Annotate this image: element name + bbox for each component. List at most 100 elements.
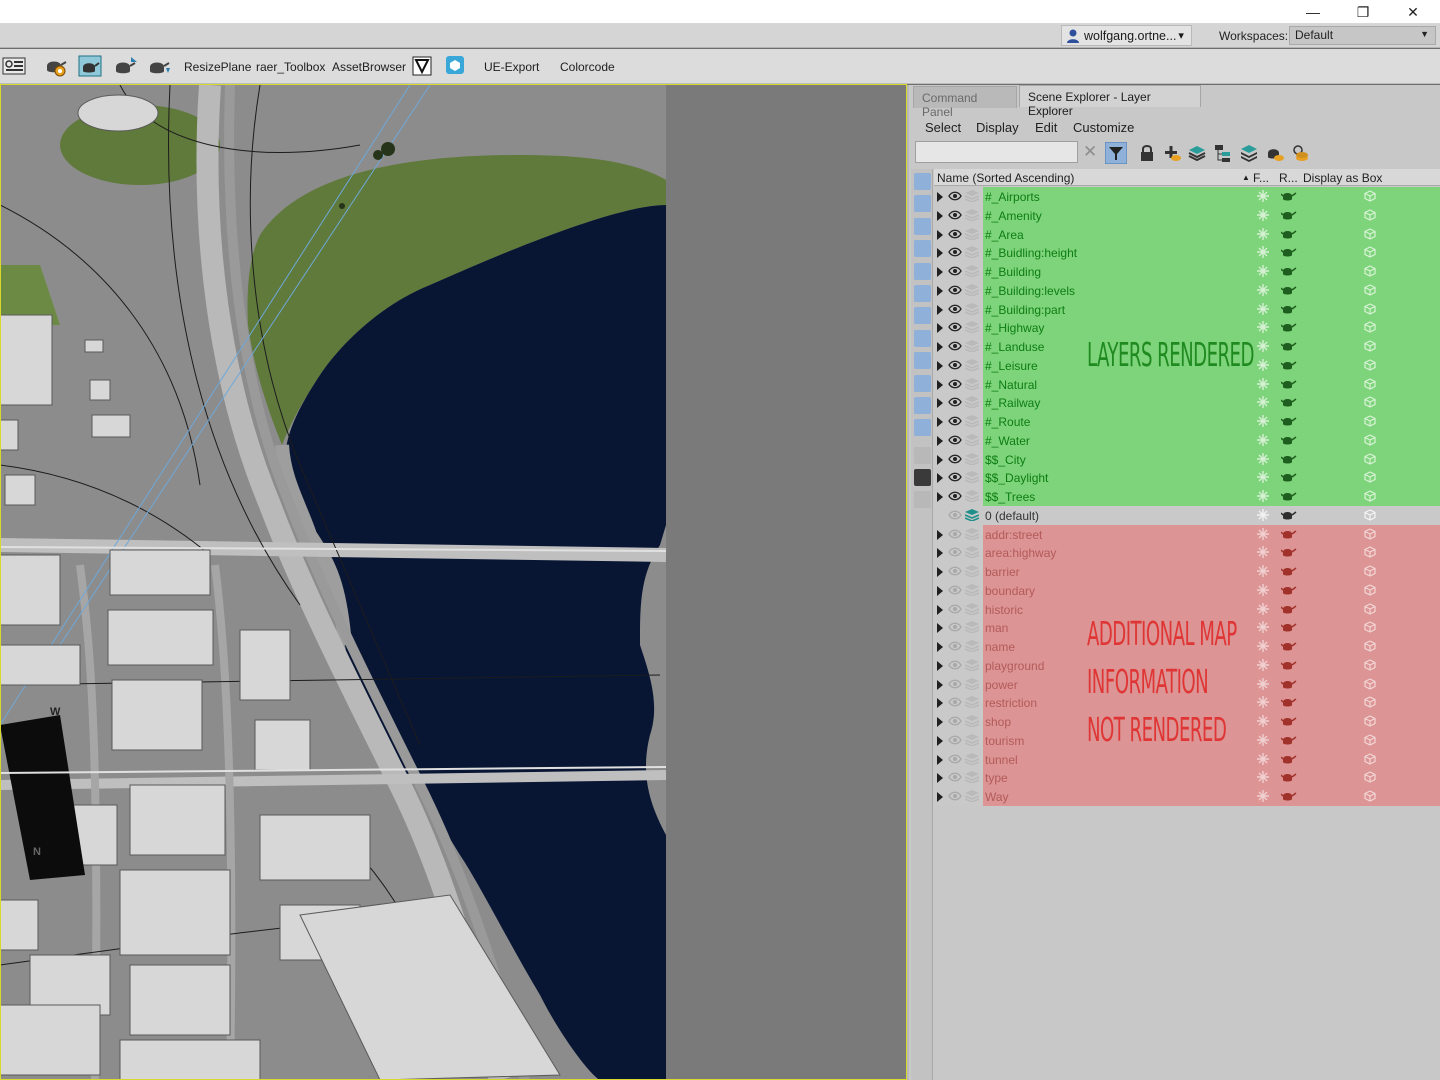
teapot-arrow-icon[interactable] — [114, 55, 138, 77]
v-logo-icon[interactable] — [411, 55, 435, 77]
freeze-snowflake-icon[interactable] — [1257, 696, 1269, 709]
layers-stack-icon[interactable] — [1187, 143, 1207, 163]
render-teapot-icon[interactable] — [1281, 715, 1297, 727]
visibility-eye-icon[interactable] — [948, 585, 962, 595]
layer-row[interactable]: #_Building — [934, 262, 1440, 281]
expand-arrow-icon[interactable] — [937, 248, 943, 259]
layer-row[interactable]: #_Buidling:height — [934, 243, 1440, 262]
layer-row[interactable]: addr:street — [934, 524, 1440, 544]
render-teapot-icon[interactable] — [1281, 659, 1297, 671]
expand-arrow-icon[interactable] — [937, 492, 943, 502]
display-as-box-icon[interactable] — [1364, 434, 1376, 446]
expand-arrow-icon[interactable] — [937, 754, 943, 765]
freeze-snowflake-icon[interactable] — [1257, 208, 1269, 221]
toolbar-colorcode[interactable]: Colorcode — [560, 60, 615, 74]
render-teapot-icon[interactable] — [1281, 753, 1297, 765]
expand-arrow-icon[interactable] — [937, 717, 943, 727]
layer-icon[interactable] — [965, 246, 979, 259]
visibility-eye-icon[interactable] — [948, 491, 962, 501]
display-as-box-icon[interactable] — [1364, 302, 1376, 315]
layer-icon[interactable] — [965, 190, 979, 202]
expand-arrow-icon[interactable] — [937, 417, 943, 427]
layer-row[interactable]: #_Area — [934, 224, 1440, 244]
toolbar-ue-export[interactable]: UE-Export — [484, 60, 539, 74]
freeze-snowflake-icon[interactable] — [1257, 358, 1269, 371]
display-as-box-icon[interactable] — [1364, 490, 1376, 502]
visibility-eye-icon[interactable] — [948, 735, 962, 745]
render-teapot-icon[interactable] — [1281, 415, 1297, 427]
visibility-eye-icon[interactable] — [948, 529, 962, 539]
layer-icon[interactable] — [965, 415, 979, 427]
menu-display[interactable]: Display — [976, 120, 1019, 135]
expand-arrow-icon[interactable] — [937, 473, 943, 484]
toolbar-assetbrowser[interactable]: AssetBrowser — [332, 60, 406, 74]
expand-arrow-icon[interactable] — [937, 604, 943, 615]
bones-filter-icon[interactable] — [914, 352, 931, 369]
layer-icon[interactable] — [965, 358, 979, 371]
freeze-snowflake-icon[interactable] — [1257, 602, 1269, 615]
freeze-snowflake-icon[interactable] — [1257, 396, 1269, 409]
freeze-snowflake-icon[interactable] — [1257, 377, 1269, 390]
display-as-box-icon[interactable] — [1364, 546, 1376, 558]
display-as-box-icon[interactable] — [1364, 715, 1376, 727]
layer-icon[interactable] — [965, 752, 979, 765]
filter-funnel-light-icon[interactable] — [914, 519, 931, 536]
render-teapot-icon[interactable] — [1281, 359, 1297, 371]
layer-icon[interactable] — [965, 583, 979, 596]
freeze-snowflake-icon[interactable] — [1257, 790, 1269, 802]
xrefs-filter-icon[interactable] — [914, 330, 931, 347]
display-as-box-icon[interactable] — [1364, 659, 1376, 671]
render-teapot-icon[interactable] — [1281, 546, 1297, 558]
tab-scene-explorer[interactable]: Scene Explorer - Layer Explorer — [1019, 85, 1201, 118]
display-as-box-icon[interactable] — [1364, 396, 1376, 408]
expand-arrow-icon[interactable] — [937, 623, 943, 634]
freeze-snowflake-icon[interactable] — [1257, 565, 1269, 577]
cameras-filter-icon[interactable] — [914, 240, 931, 257]
render-teapot-icon[interactable] — [1281, 509, 1297, 521]
expand-arrow-icon[interactable] — [937, 698, 943, 709]
layer-icon[interactable] — [965, 433, 979, 446]
layer-icon[interactable] — [965, 771, 979, 784]
display-as-box-icon[interactable] — [1364, 621, 1376, 633]
display-as-box-icon[interactable] — [1364, 321, 1376, 333]
shapes-filter-icon[interactable] — [914, 195, 931, 212]
visibility-eye-icon[interactable] — [948, 697, 962, 707]
render-teapot-icon[interactable] — [1281, 490, 1297, 502]
layer-icon[interactable] — [965, 340, 979, 352]
expand-arrow-icon[interactable] — [937, 360, 943, 371]
layer-icon[interactable] — [965, 227, 979, 240]
display-as-box-icon[interactable] — [1364, 509, 1376, 521]
layer-row[interactable]: #_Railway — [934, 393, 1440, 412]
layer-row[interactable]: #_Building:part — [934, 299, 1440, 319]
layer-icon[interactable] — [965, 527, 979, 540]
display-as-box-icon[interactable] — [1364, 771, 1376, 783]
render-teapot-icon[interactable] — [1281, 640, 1297, 652]
render-teapot-icon[interactable] — [1281, 584, 1297, 596]
frozen-filter-icon[interactable] — [914, 397, 931, 414]
freeze-snowflake-icon[interactable] — [1257, 471, 1269, 484]
menu-select[interactable]: Select — [925, 120, 961, 135]
visibility-eye-icon[interactable] — [948, 360, 962, 370]
layer-icon[interactable] — [965, 508, 979, 521]
expand-arrow-icon[interactable] — [937, 285, 943, 296]
layer-icon[interactable] — [965, 396, 979, 409]
display-as-box-icon[interactable] — [1364, 209, 1376, 221]
workspace-select[interactable]: Default ▼ — [1289, 26, 1436, 45]
display-as-box-icon[interactable] — [1364, 752, 1376, 765]
freeze-snowflake-icon[interactable] — [1257, 508, 1269, 521]
expand-arrow-icon[interactable] — [937, 585, 943, 596]
expand-arrow-icon[interactable] — [937, 229, 943, 240]
display-as-box-icon[interactable] — [1364, 415, 1376, 427]
cube-badge-icon[interactable] — [445, 55, 469, 77]
expand-arrow-icon[interactable] — [937, 679, 943, 690]
layer-icon[interactable] — [965, 377, 979, 390]
freeze-snowflake-icon[interactable] — [1257, 546, 1269, 559]
freeze-snowflake-icon[interactable] — [1257, 583, 1269, 596]
freeze-snowflake-icon[interactable] — [1257, 433, 1269, 446]
expand-arrow-icon[interactable] — [937, 642, 943, 652]
helpers-filter-icon[interactable] — [914, 263, 931, 280]
visibility-eye-icon[interactable] — [948, 641, 962, 651]
visibility-eye-icon[interactable] — [948, 229, 962, 239]
visibility-eye-icon[interactable] — [948, 547, 962, 557]
toolbox-icon[interactable] — [914, 563, 931, 580]
